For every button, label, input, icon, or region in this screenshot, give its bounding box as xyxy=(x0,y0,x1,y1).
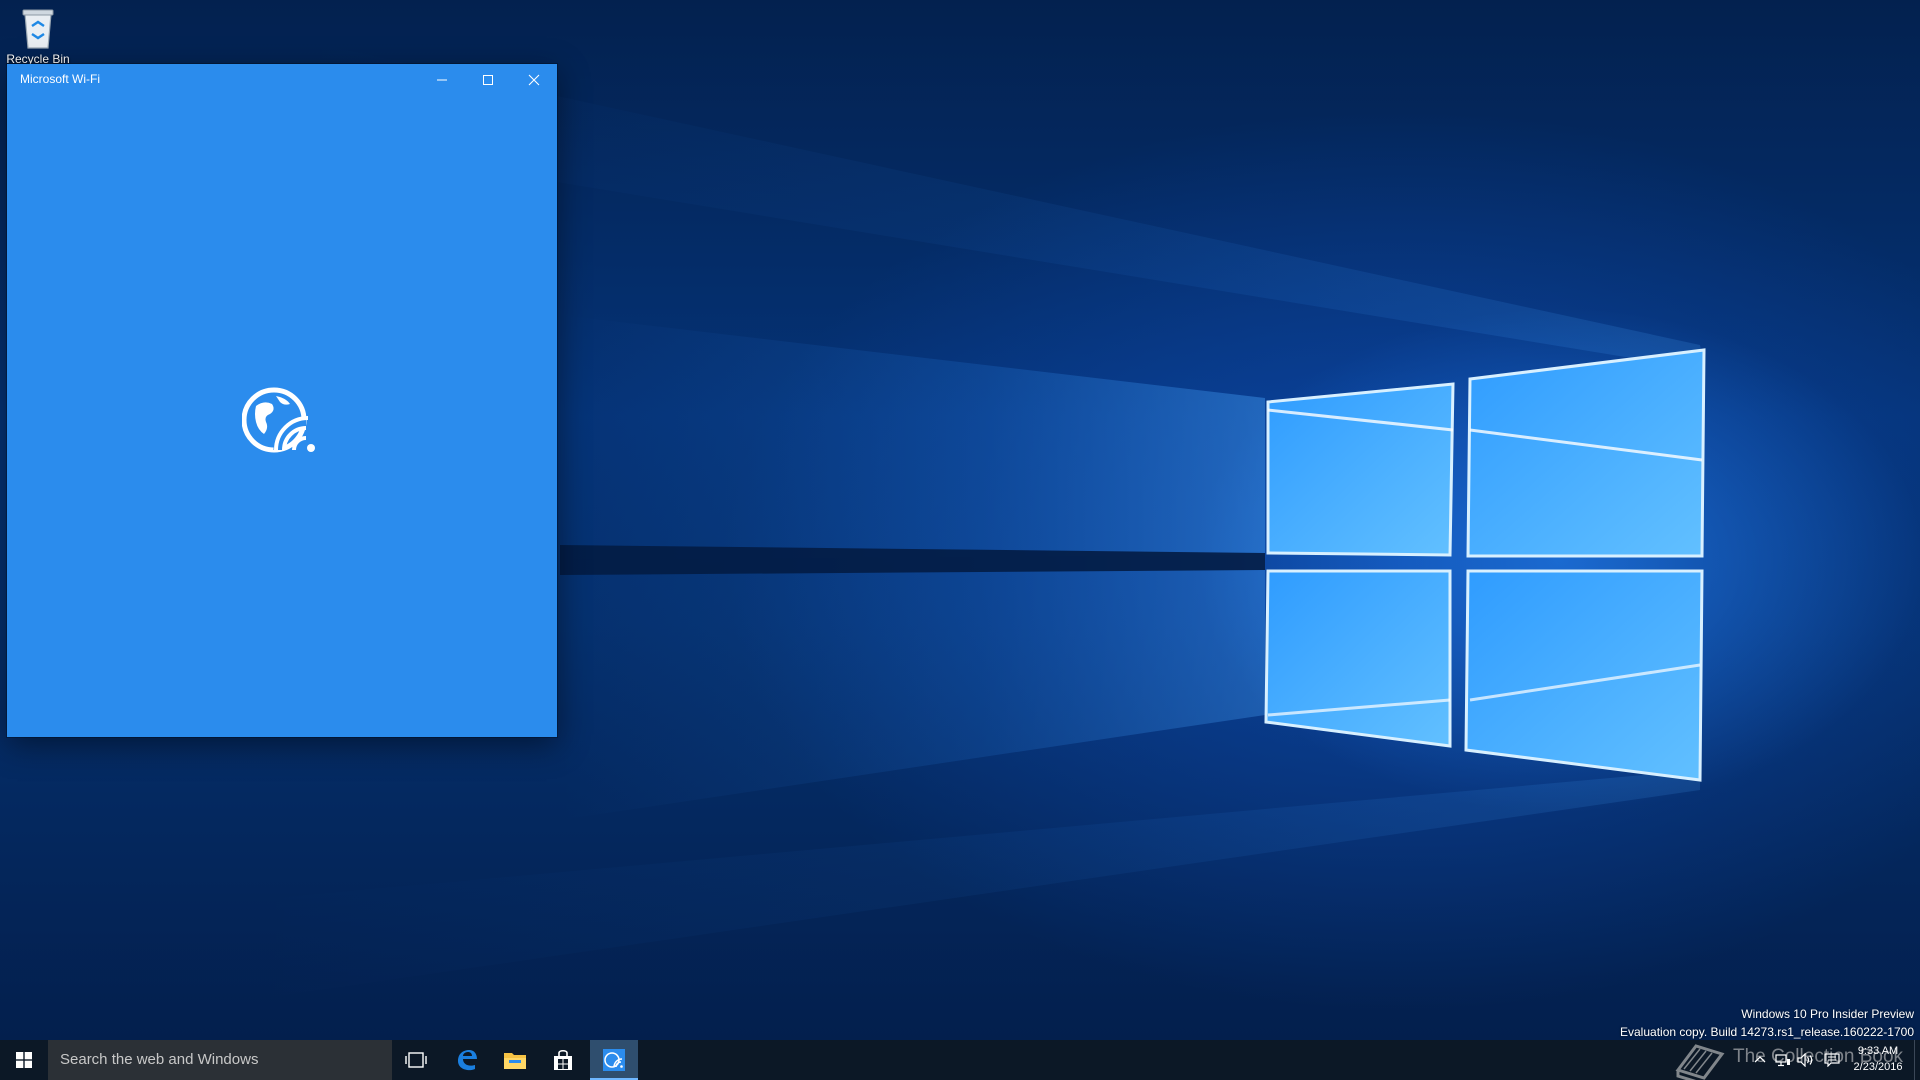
watermark-build: Evaluation copy. Build 14273.rs1_release… xyxy=(1620,1025,1914,1039)
start-button[interactable] xyxy=(0,1040,48,1080)
book-icon xyxy=(1675,1044,1725,1080)
globe-wifi-icon xyxy=(603,1049,625,1071)
recycle-bin-shortcut[interactable]: Recycle Bin xyxy=(6,6,70,66)
taskbar: Search the web and Windows The Collectio… xyxy=(0,1040,1920,1080)
globe-wifi-icon xyxy=(242,387,315,453)
maximize-button[interactable] xyxy=(465,64,511,96)
desktop-background: Recycle Bin Microsoft Wi-Fi Windows 10 P… xyxy=(0,0,1920,1040)
network-icon[interactable] xyxy=(1775,1053,1791,1067)
chevron-up-icon[interactable] xyxy=(1753,1053,1767,1067)
volume-icon[interactable] xyxy=(1797,1053,1815,1067)
taskbar-clock[interactable]: 9:33 AM 2/23/2016 xyxy=(1850,1043,1906,1075)
watermark-edition: Windows 10 Pro Insider Preview xyxy=(1741,1007,1914,1021)
folder-icon xyxy=(504,1053,526,1069)
close-button[interactable] xyxy=(511,64,557,96)
store-button[interactable] xyxy=(539,1040,587,1080)
minimize-button[interactable] xyxy=(419,64,465,96)
minimize-icon xyxy=(437,79,447,81)
clock-time: 9:33 AM xyxy=(1857,1045,1899,1057)
search-box[interactable]: Search the web and Windows xyxy=(48,1040,392,1080)
os-watermark: Windows 10 Pro Insider Preview Evaluatio… xyxy=(1620,1005,1914,1040)
show-desktop-button[interactable] xyxy=(1914,1040,1920,1080)
title-bar[interactable]: Microsoft Wi-Fi xyxy=(7,64,557,96)
action-center-icon[interactable] xyxy=(1824,1053,1840,1067)
search-input[interactable]: Search the web and Windows xyxy=(60,1040,380,1080)
task-view-icon xyxy=(405,1052,427,1068)
edge-icon xyxy=(458,1050,477,1071)
maximize-icon xyxy=(483,75,493,85)
file-explorer-button[interactable] xyxy=(491,1040,539,1080)
store-icon xyxy=(554,1049,572,1070)
close-icon xyxy=(528,74,540,86)
microsoft-wifi-taskbar-button[interactable] xyxy=(590,1040,638,1080)
task-view-button[interactable] xyxy=(392,1040,440,1080)
microsoft-wifi-window[interactable]: Microsoft Wi-Fi xyxy=(7,64,557,737)
windows-logo-icon xyxy=(16,1052,32,1068)
edge-button[interactable] xyxy=(443,1040,491,1080)
recycle-bin-icon xyxy=(22,9,54,49)
system-tray: The Collection Book 9:33 AM 2/23/2016 xyxy=(1660,1040,1920,1080)
window-title: Microsoft Wi-Fi xyxy=(20,72,100,86)
clock-date: 2/23/2016 xyxy=(1853,1061,1903,1073)
